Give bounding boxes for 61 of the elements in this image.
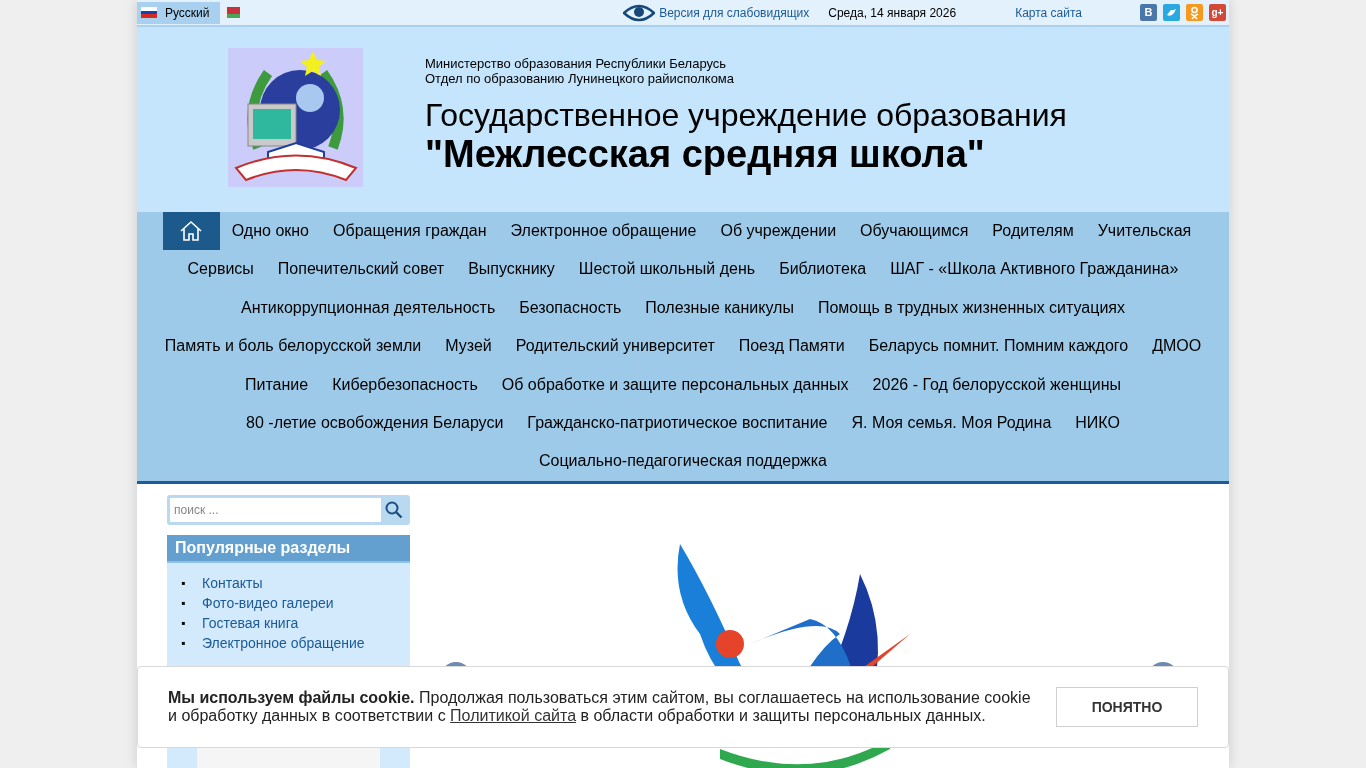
- privacy-policy-link[interactable]: Политикой сайта: [450, 707, 577, 724]
- list-bullet: ▪: [181, 634, 187, 652]
- department-name: Отдел по образованию Лунинецкого райисполкома: [425, 71, 736, 86]
- nav-menu-item[interactable]: Шестой школьный день: [566, 250, 768, 289]
- language-option[interactable]: Русский: [137, 1, 220, 24]
- nav-menu-item[interactable]: ДМОО: [1140, 327, 1214, 366]
- nav-menu-item[interactable]: Обучающимся: [848, 212, 981, 251]
- nav-menu-item[interactable]: Обращения граждан: [321, 212, 499, 251]
- nav-menu-item[interactable]: Полезные каникулы: [633, 288, 806, 328]
- nav-menu-item[interactable]: Родительский университет: [503, 327, 727, 366]
- home-icon: [179, 220, 204, 242]
- accept-button[interactable]: ПОНЯТНО: [1056, 687, 1198, 727]
- low-vision-link[interactable]: Версия для слабовидящих: [659, 3, 810, 22]
- flag-icon: [223, 7, 240, 18]
- school-name: "Межлесская средняя школа": [425, 133, 986, 175]
- nav-menu-item[interactable]: Питание: [233, 365, 321, 404]
- nav-menu-item[interactable]: НИКО: [1063, 403, 1132, 443]
- google-plus-icon[interactable]: g+: [1209, 4, 1226, 21]
- nav-menu-item[interactable]: Родителям: [980, 212, 1086, 251]
- nav-menu-item[interactable]: Одно окно: [219, 212, 321, 251]
- list-bullet: ▪: [181, 574, 187, 592]
- nav-menu-item[interactable]: Сервисы: [175, 250, 266, 289]
- current-date: Среда, 14 января 2026: [828, 4, 957, 22]
- nav-menu-item[interactable]: Антикоррупционная деятельность: [228, 288, 508, 328]
- nav-menu-item[interactable]: Гражданско-патриотическое воспитание: [515, 403, 840, 443]
- nav-menu-item[interactable]: Безопасность: [507, 288, 634, 328]
- nav-menu-item[interactable]: Библиотека: [767, 250, 879, 289]
- institution-title: Государственное учреждение образования: [425, 97, 1067, 133]
- list-bullet: ▪: [181, 614, 187, 632]
- vk-icon[interactable]: В: [1140, 4, 1157, 21]
- nav-menu-item[interactable]: Я. Моя семья. Моя Родина: [839, 403, 1064, 443]
- panel-header: Популярные разделы: [167, 534, 410, 563]
- eye-icon: [623, 3, 656, 22]
- nav-menu-item[interactable]: Об учреждении: [708, 212, 849, 251]
- nav-menu-item[interactable]: Попечительский совет: [265, 250, 457, 289]
- list-bullet: ▪: [181, 594, 187, 612]
- sitemap-link[interactable]: Карта сайта: [1015, 3, 1082, 22]
- nav-menu-item[interactable]: Социально-педагогическая поддержка: [527, 442, 839, 481]
- nav-menu-item[interactable]: Выпускнику: [456, 250, 567, 289]
- ministry-name: Министерство образования Республики Беларусь: [425, 56, 728, 71]
- nav-menu-item[interactable]: Об обработке и защите персональных данных: [489, 365, 861, 404]
- flag-icon: [141, 7, 157, 18]
- nav-menu-item[interactable]: 80 -летие освобождения Беларуси: [234, 403, 516, 443]
- popular-link[interactable]: Контакты: [202, 572, 263, 593]
- nav-menu-item[interactable]: Память и боль белорусской земли: [152, 327, 434, 366]
- popular-link[interactable]: Электронное обращение: [202, 632, 365, 653]
- nav-menu-item[interactable]: 2026 - Год белорусской женщины: [860, 365, 1133, 404]
- nav-menu-item[interactable]: Беларусь помнит. Помним каждого: [856, 327, 1141, 366]
- home-tab[interactable]: [162, 212, 220, 250]
- nav-menu-item[interactable]: Учительская: [1085, 212, 1204, 251]
- search-field[interactable]: поиск ...: [167, 494, 410, 525]
- nav-menu-item[interactable]: Поезд Памяти: [726, 327, 857, 366]
- nav-menu-item[interactable]: Электронное обращение: [498, 212, 709, 251]
- nav-menu-item[interactable]: Кибербезопасность: [320, 365, 490, 404]
- nav-menu-item[interactable]: Помощь в трудных жизненных ситуациях: [805, 288, 1138, 328]
- search-icon[interactable]: [385, 500, 403, 519]
- nav-menu-item[interactable]: Музей: [433, 327, 504, 366]
- cookie-notice-text: Мы используем файлы cookie. Продолжая пользоваться этим сайтом, вы соглашаетесь на использование cookie и обработку данных в соответствии с Политикой сайта в области обработки и защиты персональных данных.: [168, 689, 1031, 725]
- nav-menu-item[interactable]: ШАГ - «Школа Активного Гражданина»: [878, 250, 1191, 289]
- popular-link[interactable]: Гостевая книга: [202, 612, 299, 633]
- popular-link[interactable]: Фото-видео галереи: [202, 592, 334, 613]
